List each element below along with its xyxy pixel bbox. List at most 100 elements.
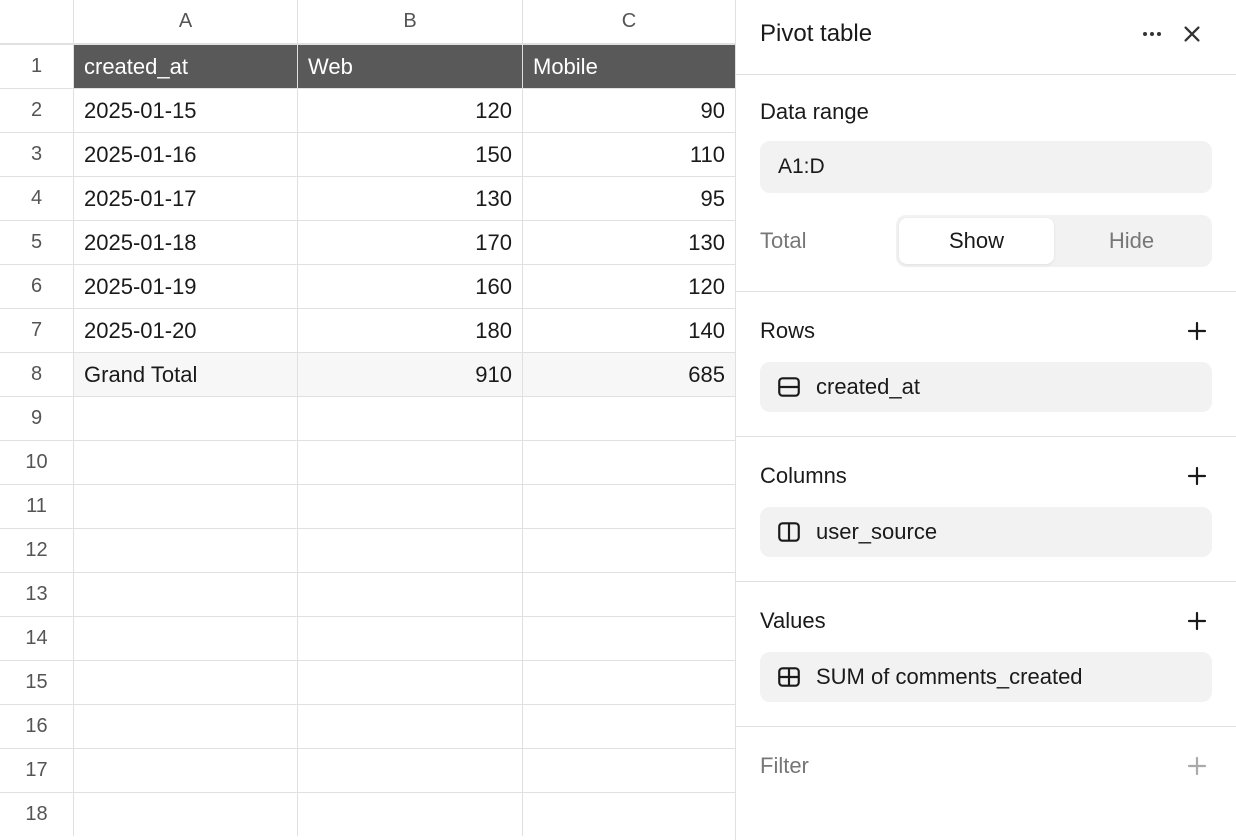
row-header[interactable]: 16 (0, 704, 73, 748)
rows-field-pill[interactable]: created_at (760, 362, 1212, 412)
total-hide-button[interactable]: Hide (1054, 218, 1209, 264)
more-menu-button[interactable] (1132, 14, 1172, 54)
add-filter-button[interactable] (1182, 751, 1212, 781)
cell[interactable] (522, 616, 735, 660)
total-show-button[interactable]: Show (899, 218, 1054, 264)
cell[interactable]: 180 (297, 308, 522, 352)
grid-corner (0, 0, 73, 44)
cell[interactable] (297, 440, 522, 484)
cell[interactable] (297, 484, 522, 528)
column-header[interactable]: C (522, 0, 735, 44)
cell[interactable] (73, 484, 297, 528)
cell[interactable]: 160 (297, 264, 522, 308)
cell[interactable]: 95 (522, 176, 735, 220)
rows-field-label: created_at (816, 374, 920, 400)
cell[interactable]: Mobile (522, 44, 735, 88)
row-header[interactable]: 15 (0, 660, 73, 704)
row-header[interactable]: 13 (0, 572, 73, 616)
cell[interactable] (73, 660, 297, 704)
row-header[interactable]: 8 (0, 352, 73, 396)
column-header[interactable]: B (297, 0, 522, 44)
cell[interactable]: 130 (522, 220, 735, 264)
cell[interactable] (297, 660, 522, 704)
cell[interactable]: 2025-01-20 (73, 308, 297, 352)
data-range-input[interactable] (760, 141, 1212, 193)
row-header[interactable]: 4 (0, 176, 73, 220)
cell[interactable] (297, 616, 522, 660)
values-field-pill[interactable]: SUM of comments_created (760, 652, 1212, 702)
cell[interactable] (522, 440, 735, 484)
plus-icon (1185, 464, 1209, 488)
row-header[interactable]: 9 (0, 396, 73, 440)
cell[interactable] (73, 572, 297, 616)
cell[interactable]: 2025-01-18 (73, 220, 297, 264)
row-header[interactable]: 2 (0, 88, 73, 132)
cell[interactable] (297, 704, 522, 748)
cell[interactable]: created_at (73, 44, 297, 88)
cell[interactable]: Web (297, 44, 522, 88)
cell[interactable] (73, 440, 297, 484)
cell[interactable]: 150 (297, 132, 522, 176)
row-header[interactable]: 11 (0, 484, 73, 528)
close-panel-button[interactable] (1172, 14, 1212, 54)
cell[interactable] (297, 396, 522, 440)
plus-icon (1185, 754, 1209, 778)
add-value-button[interactable] (1182, 606, 1212, 636)
cell[interactable] (297, 572, 522, 616)
cell[interactable] (522, 748, 735, 792)
cell[interactable]: 120 (297, 88, 522, 132)
columns-label: Columns (760, 463, 847, 489)
cell[interactable] (522, 528, 735, 572)
cell[interactable] (297, 748, 522, 792)
cell[interactable] (73, 792, 297, 836)
data-range-label: Data range (760, 99, 1212, 125)
cell[interactable]: 170 (297, 220, 522, 264)
cell[interactable]: 2025-01-19 (73, 264, 297, 308)
cell[interactable]: Grand Total (73, 352, 297, 396)
cell[interactable] (73, 528, 297, 572)
row-header[interactable]: 12 (0, 528, 73, 572)
cell[interactable] (522, 792, 735, 836)
cell[interactable]: 90 (522, 88, 735, 132)
cell[interactable]: 2025-01-17 (73, 176, 297, 220)
cell[interactable]: 2025-01-15 (73, 88, 297, 132)
cell[interactable] (522, 572, 735, 616)
columns-field-label: user_source (816, 519, 937, 545)
columns-field-pill[interactable]: user_source (760, 507, 1212, 557)
row-header[interactable]: 18 (0, 792, 73, 836)
grid-icon (776, 664, 802, 690)
spreadsheet-area[interactable]: ABC1created_atWebMobile22025-01-15120903… (0, 0, 735, 840)
cell[interactable]: 140 (522, 308, 735, 352)
cell[interactable] (522, 484, 735, 528)
row-header[interactable]: 17 (0, 748, 73, 792)
cell[interactable]: 130 (297, 176, 522, 220)
cell[interactable]: 685 (522, 352, 735, 396)
cell[interactable] (522, 660, 735, 704)
total-label: Total (760, 228, 880, 254)
cell[interactable]: 110 (522, 132, 735, 176)
cell[interactable]: 120 (522, 264, 735, 308)
more-horizontal-icon (1140, 22, 1164, 46)
row-header[interactable]: 3 (0, 132, 73, 176)
cell[interactable] (73, 748, 297, 792)
cell[interactable]: 910 (297, 352, 522, 396)
columns-section: Columns user_source (736, 437, 1236, 582)
add-row-button[interactable] (1182, 316, 1212, 346)
cell[interactable] (73, 616, 297, 660)
cell[interactable]: 2025-01-16 (73, 132, 297, 176)
pivot-panel: Pivot table Data range Total Show Hide R… (735, 0, 1236, 840)
cell[interactable] (297, 528, 522, 572)
cell[interactable] (522, 704, 735, 748)
row-header[interactable]: 1 (0, 44, 73, 88)
row-header[interactable]: 7 (0, 308, 73, 352)
cell[interactable] (522, 396, 735, 440)
cell[interactable] (73, 704, 297, 748)
row-header[interactable]: 10 (0, 440, 73, 484)
add-column-button[interactable] (1182, 461, 1212, 491)
row-header[interactable]: 14 (0, 616, 73, 660)
cell[interactable] (73, 396, 297, 440)
row-header[interactable]: 6 (0, 264, 73, 308)
cell[interactable] (297, 792, 522, 836)
column-header[interactable]: A (73, 0, 297, 44)
row-header[interactable]: 5 (0, 220, 73, 264)
